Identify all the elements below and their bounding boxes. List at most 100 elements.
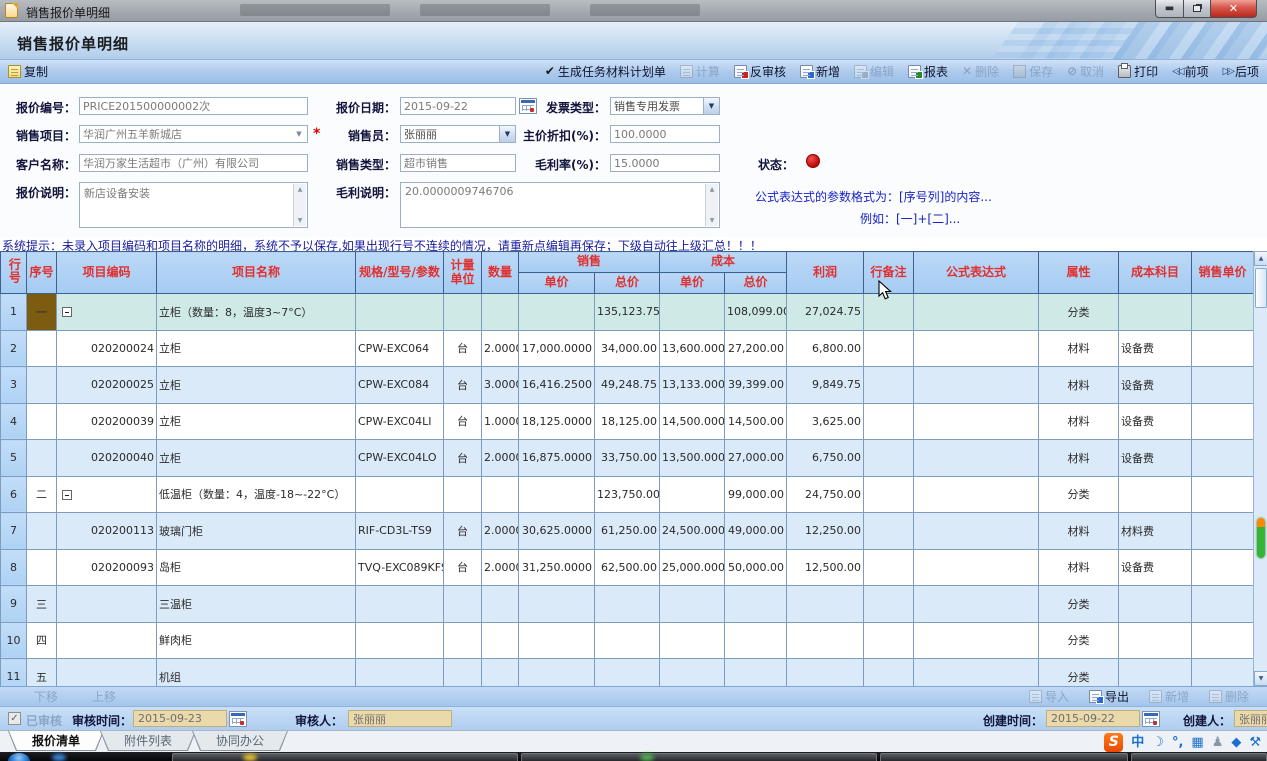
cell-code[interactable]: 020200039 (57, 403, 157, 440)
cell-subj[interactable] (1119, 476, 1192, 513)
row-number-cell[interactable]: 10 (1, 622, 27, 659)
header-cost-total[interactable]: 总价 (725, 273, 787, 294)
cell-qty[interactable]: 2.0000 (482, 549, 519, 586)
cell-spec[interactable] (356, 586, 444, 623)
scroll-down-icon[interactable]: ▼ (1254, 671, 1267, 686)
cell-unit[interactable]: 台 (444, 330, 482, 367)
cell-subj[interactable]: 设备费 (1119, 549, 1192, 586)
punctuation-icon[interactable]: °, (1172, 733, 1183, 752)
cell-st[interactable]: 123,750.00 (595, 476, 660, 513)
cell-attr[interactable]: 分类 (1039, 622, 1119, 659)
sogou-logo-icon[interactable]: S (1104, 733, 1123, 752)
chevron-down-icon[interactable]: ▼ (499, 126, 515, 142)
cell-code[interactable]: 020200113 (57, 513, 157, 550)
cell-name[interactable]: 鲜肉柜 (157, 622, 356, 659)
cell-ct[interactable]: 108,099.00 (725, 294, 787, 331)
cell-note[interactable] (864, 367, 914, 404)
taskbar[interactable] (0, 752, 1267, 761)
row-number-cell[interactable]: 9 (1, 586, 27, 623)
cell-subj[interactable]: 材料费 (1119, 513, 1192, 550)
cell-ct[interactable] (725, 659, 787, 687)
cell-note[interactable] (864, 403, 914, 440)
row-number-cell[interactable]: 8 (1, 549, 27, 586)
cell-profit[interactable] (787, 622, 864, 659)
cell-sp2[interactable] (1192, 294, 1254, 331)
cell-sp[interactable]: 16,875.0000 (519, 440, 595, 477)
cell-spec[interactable] (356, 294, 444, 331)
cell-ct[interactable] (725, 586, 787, 623)
cell-spec[interactable]: RIF-CD3L-TS9 (356, 513, 444, 550)
cell-attr[interactable]: 材料 (1039, 330, 1119, 367)
row-number-cell[interactable]: 1 (1, 294, 27, 331)
scrollbar-thumb[interactable] (1255, 268, 1267, 308)
cell-cp[interactable]: 25,000.0000 (660, 549, 725, 586)
toolbar-button-next[interactable]: ▷▷后项 (1219, 61, 1263, 82)
cell-attr[interactable]: 材料 (1039, 513, 1119, 550)
create-time-field[interactable]: 2015-09-22 (1046, 710, 1140, 727)
cell-seq[interactable]: 四 (27, 622, 57, 659)
cell-st[interactable]: 34,000.00 (595, 330, 660, 367)
cell-sp2[interactable] (1192, 513, 1254, 550)
cell-cp[interactable]: 13,133.0000 (660, 367, 725, 404)
cell-attr[interactable]: 材料 (1039, 403, 1119, 440)
cell-unit[interactable] (444, 586, 482, 623)
cell-code[interactable] (57, 659, 157, 687)
cell-ct[interactable]: 99,000.00 (725, 476, 787, 513)
taskbar-item[interactable] (880, 753, 1128, 761)
cell-spec[interactable]: CPW-EXC064 (356, 330, 444, 367)
cell-seq[interactable] (27, 403, 57, 440)
cell-code[interactable] (57, 586, 157, 623)
cell-ct[interactable]: 14,500.00 (725, 403, 787, 440)
textarea-scrollbar[interactable]: ▲▼ (705, 184, 718, 226)
cell-sp2[interactable] (1192, 622, 1254, 659)
cell-attr[interactable]: 分类 (1039, 586, 1119, 623)
cell-note[interactable] (864, 476, 914, 513)
cell-cp[interactable] (660, 622, 725, 659)
cell-qty[interactable]: 2.0000 (482, 440, 519, 477)
cell-ct[interactable]: 27,000.00 (725, 440, 787, 477)
cell-sp[interactable] (519, 294, 595, 331)
cell-code[interactable]: 020200093 (57, 549, 157, 586)
cell-formula[interactable] (914, 622, 1039, 659)
cell-st[interactable]: 61,250.00 (595, 513, 660, 550)
cell-spec[interactable]: CPW-EXC084 (356, 367, 444, 404)
cell-subj[interactable] (1119, 622, 1192, 659)
cell-st[interactable]: 49,248.75 (595, 367, 660, 404)
cell-seq[interactable] (27, 330, 57, 367)
header-formula[interactable]: 公式表达式 (914, 252, 1039, 294)
cell-cp[interactable] (660, 659, 725, 687)
cell-ct[interactable]: 39,399.00 (725, 367, 787, 404)
cell-ct[interactable]: 27,200.00 (725, 330, 787, 367)
cell-st[interactable]: 18,125.00 (595, 403, 660, 440)
main-discount-input[interactable]: 100.0000 (610, 125, 720, 143)
cell-attr[interactable]: 分类 (1039, 476, 1119, 513)
cell-code[interactable]: 020200024 (57, 330, 157, 367)
cell-formula[interactable] (914, 294, 1039, 331)
cell-subj[interactable] (1119, 586, 1192, 623)
toolbar-button-prev[interactable]: ◁◁前项 (1168, 61, 1212, 82)
quote-note-textarea[interactable]: 新店设备安装 ▲▼ (79, 182, 308, 228)
cell-ct[interactable]: 50,000.00 (725, 549, 787, 586)
cell-name[interactable]: 立柜 (157, 367, 356, 404)
cell-sp2[interactable] (1192, 476, 1254, 513)
toolbar-button-report[interactable]: 报表 (904, 61, 952, 82)
header-code[interactable]: 项目编码 (57, 252, 157, 294)
cell-cp[interactable]: 24,500.0000 (660, 513, 725, 550)
cell-seq[interactable] (27, 367, 57, 404)
cell-formula[interactable] (914, 440, 1039, 477)
audit-time-calendar-icon[interactable] (229, 711, 247, 727)
cell-profit[interactable]: 27,024.75 (787, 294, 864, 331)
sales-project-select[interactable]: 华润广州五羊新城店▼ (79, 125, 308, 143)
header-spec[interactable]: 规格/型号/参数 (356, 252, 444, 294)
cell-subj[interactable] (1119, 659, 1192, 687)
collapse-icon[interactable] (62, 307, 72, 317)
cell-st[interactable]: 62,500.00 (595, 549, 660, 586)
cell-sp2[interactable] (1192, 403, 1254, 440)
cell-qty[interactable] (482, 476, 519, 513)
cell-code[interactable] (57, 622, 157, 659)
header-unit[interactable]: 计量单位 (444, 252, 482, 294)
export-button[interactable]: 导出 (1085, 688, 1133, 705)
cell-spec[interactable]: CPW-EXC04LI (356, 403, 444, 440)
cell-qty[interactable]: 2.0000 (482, 513, 519, 550)
cell-attr[interactable]: 材料 (1039, 440, 1119, 477)
